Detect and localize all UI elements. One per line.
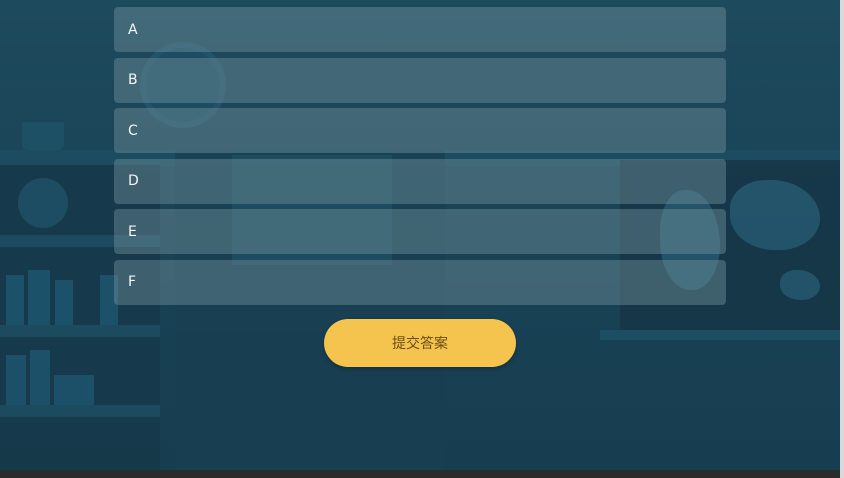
globe-icon [18, 178, 68, 228]
option-e[interactable]: E [114, 209, 726, 255]
option-label: D [128, 173, 139, 190]
option-b[interactable]: B [114, 57, 726, 103]
answer-options: A B C D E F [114, 7, 726, 311]
submit-answer-button[interactable]: 提交答案 [324, 319, 516, 367]
option-label: E [128, 223, 137, 240]
option-d[interactable]: D [114, 158, 726, 204]
option-c[interactable]: C [114, 108, 726, 154]
plant-icon [22, 122, 64, 150]
option-label: C [128, 122, 138, 139]
option-label: F [128, 274, 137, 291]
desk [600, 330, 840, 340]
window-edge [840, 0, 844, 478]
option-label: B [128, 72, 138, 89]
quiz-screen: A B C D E F 提交答案 [0, 0, 840, 470]
bottom-bar [0, 470, 844, 478]
option-a[interactable]: A [114, 7, 726, 52]
option-label: A [128, 21, 138, 38]
option-f[interactable]: F [114, 259, 726, 305]
